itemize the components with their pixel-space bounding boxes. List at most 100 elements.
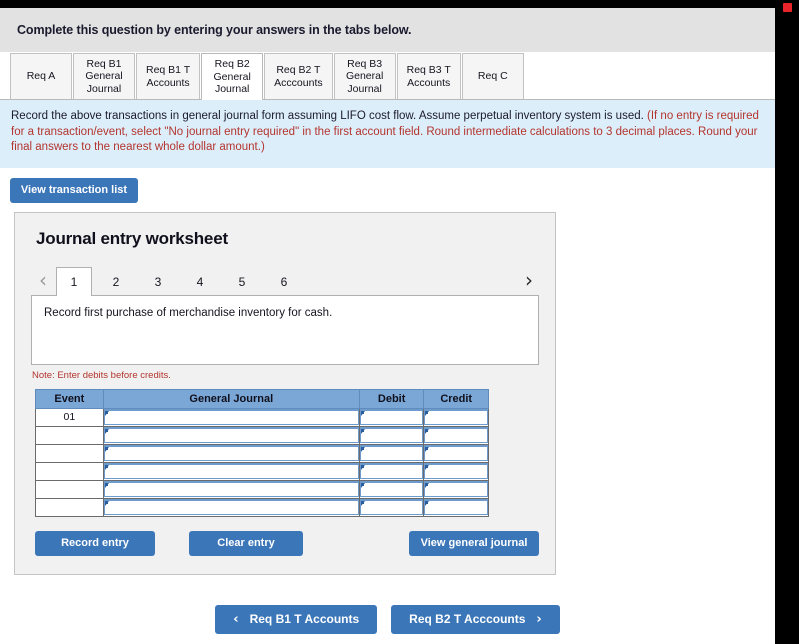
worksheet-page-3[interactable]: 3: [140, 269, 176, 295]
credit-input[interactable]: [424, 427, 488, 443]
event-number-cell: [35, 443, 104, 463]
worksheet-page-1[interactable]: 1: [56, 266, 92, 296]
clear-entry-button[interactable]: Clear entry: [189, 530, 303, 556]
instruction-banner: Complete this question by entering your …: [0, 8, 775, 52]
tab-req-c[interactable]: Req C: [461, 53, 524, 99]
tab-label-line: Req B2: [214, 58, 250, 71]
credit-input-cell: [423, 443, 489, 463]
tab-req-b2-t[interactable]: Req B2 T Acccounts: [264, 53, 333, 99]
header-credit: Credit: [423, 388, 489, 409]
next-requirement-button[interactable]: Req B2 T Acccounts ›: [391, 604, 560, 634]
tab-req-b1-t[interactable]: Req B1 T Accounts: [136, 53, 201, 99]
tab-req-b3-t[interactable]: Req B3 T Accounts: [396, 53, 461, 99]
credit-input[interactable]: [424, 463, 488, 479]
account-input-cell: [102, 407, 360, 427]
journal-table-row: [35, 425, 489, 445]
worksheet-title: Journal entry worksheet: [36, 228, 228, 248]
journal-table-row: [35, 497, 489, 517]
worksheet-page-6[interactable]: 6: [266, 269, 302, 295]
worksheet-page-2[interactable]: 2: [98, 269, 134, 295]
credit-input[interactable]: [424, 481, 488, 497]
next-requirement-label: Req B2 T Acccounts: [409, 612, 526, 626]
debit-input-cell: [358, 407, 425, 427]
tab-label-line: Req C: [477, 70, 508, 83]
tab-label-line: Req B1: [86, 57, 122, 70]
account-input-cell: [102, 425, 360, 445]
prev-requirement-button[interactable]: ‹ Req B1 T Accounts: [215, 604, 378, 634]
credit-input-cell: [423, 407, 489, 427]
tab-req-b1-gj[interactable]: Req B1 General Journal: [73, 53, 135, 99]
debit-input[interactable]: [359, 481, 424, 497]
debit-input-cell: [358, 479, 425, 499]
debit-input[interactable]: [359, 427, 424, 443]
debit-input-cell: [358, 443, 425, 463]
tab-req-a[interactable]: Req A: [10, 53, 72, 99]
tab-label-line: Req A: [26, 70, 56, 83]
tab-label-line: Req B3 T: [406, 64, 451, 76]
debit-input[interactable]: [359, 499, 424, 515]
event-number-cell: [35, 461, 104, 481]
journal-table-header-row: Event General Journal Debit Credit: [35, 388, 489, 409]
tab-label-line: Journal: [214, 83, 250, 96]
header-general-journal: General Journal: [102, 388, 360, 409]
journal-table-row: [35, 461, 489, 481]
account-input[interactable]: [103, 409, 359, 425]
tab-label-line: Acccounts: [274, 76, 323, 89]
requirement-navigation: ‹ Req B1 T Accounts Req B2 T Acccounts ›: [0, 604, 775, 634]
tab-req-b3-gj[interactable]: Req B3 General Journal: [333, 53, 396, 99]
worksheet-page-4[interactable]: 4: [182, 269, 218, 295]
credit-input-cell: [423, 479, 489, 499]
account-input[interactable]: [103, 445, 359, 461]
tab-label-line: General: [345, 70, 384, 83]
prev-requirement-label: Req B1 T Accounts: [249, 612, 360, 626]
tab-label-line: Accounts: [407, 76, 451, 89]
entry-description-box: Record first purchase of merchandise inv…: [31, 294, 539, 365]
view-transaction-list-button[interactable]: View transaction list: [10, 177, 138, 203]
header-event: Event: [35, 388, 104, 409]
debit-input-cell: [358, 497, 425, 517]
journal-entry-worksheet-panel: Journal entry worksheet ‹ 123456 › Recor…: [14, 211, 556, 575]
record-indicator-icon: [783, 3, 792, 12]
requirement-tabs: Req A Req B1 General Journal Req B1 T Account…: [0, 52, 775, 100]
worksheet-page-5[interactable]: 5: [224, 269, 260, 295]
worksheet-actions: Record entry Clear entry View general jo…: [35, 530, 539, 556]
journal-table-row: [35, 443, 489, 463]
account-input-cell: [102, 497, 360, 517]
question-instructions: Record the above transactions in general…: [0, 100, 775, 168]
tab-label-line: Req B2 T: [276, 64, 321, 76]
debit-input[interactable]: [359, 409, 424, 425]
view-general-journal-button[interactable]: View general journal: [409, 530, 539, 556]
account-input[interactable]: [103, 463, 359, 479]
credit-input-cell: [423, 461, 489, 481]
account-input[interactable]: [103, 499, 359, 515]
record-entry-button[interactable]: Record entry: [35, 530, 155, 556]
journal-entry-table: Event General Journal Debit Credit 01: [35, 388, 489, 517]
worksheet-pager: ‹ 123456 ›: [31, 265, 539, 296]
account-input[interactable]: [103, 427, 359, 443]
credit-input[interactable]: [424, 409, 488, 425]
tab-label-line: Req B3: [347, 57, 383, 70]
chevron-right-icon[interactable]: ›: [519, 270, 537, 295]
account-input-cell: [102, 479, 360, 499]
credit-input[interactable]: [424, 499, 488, 515]
tab-req-b2-gj[interactable]: Req B2 General Journal: [201, 53, 264, 100]
tab-label-line: Journal: [347, 82, 382, 95]
view-transaction-list-row: View transaction list: [0, 168, 775, 212]
event-number-cell: 01: [35, 407, 104, 427]
chevron-left-icon[interactable]: ‹: [33, 270, 53, 295]
debit-input[interactable]: [359, 445, 424, 461]
account-input[interactable]: [103, 481, 359, 497]
event-number-cell: [35, 497, 104, 517]
event-number-cell: [35, 479, 104, 499]
chevron-left-icon: ‹: [233, 611, 239, 627]
banner-text: Complete this question by entering your …: [17, 23, 412, 37]
journal-table-row: [35, 479, 489, 499]
tab-label-line: General: [85, 70, 123, 83]
tab-label-line: Req B1 T: [146, 64, 191, 76]
entry-description-text: Record first purchase of merchandise inv…: [44, 306, 333, 319]
journal-table-row: 01: [35, 407, 489, 427]
credit-input[interactable]: [424, 445, 488, 461]
debit-input[interactable]: [359, 463, 424, 479]
question-page: Complete this question by entering your …: [0, 8, 775, 644]
header-debit: Debit: [358, 388, 425, 409]
